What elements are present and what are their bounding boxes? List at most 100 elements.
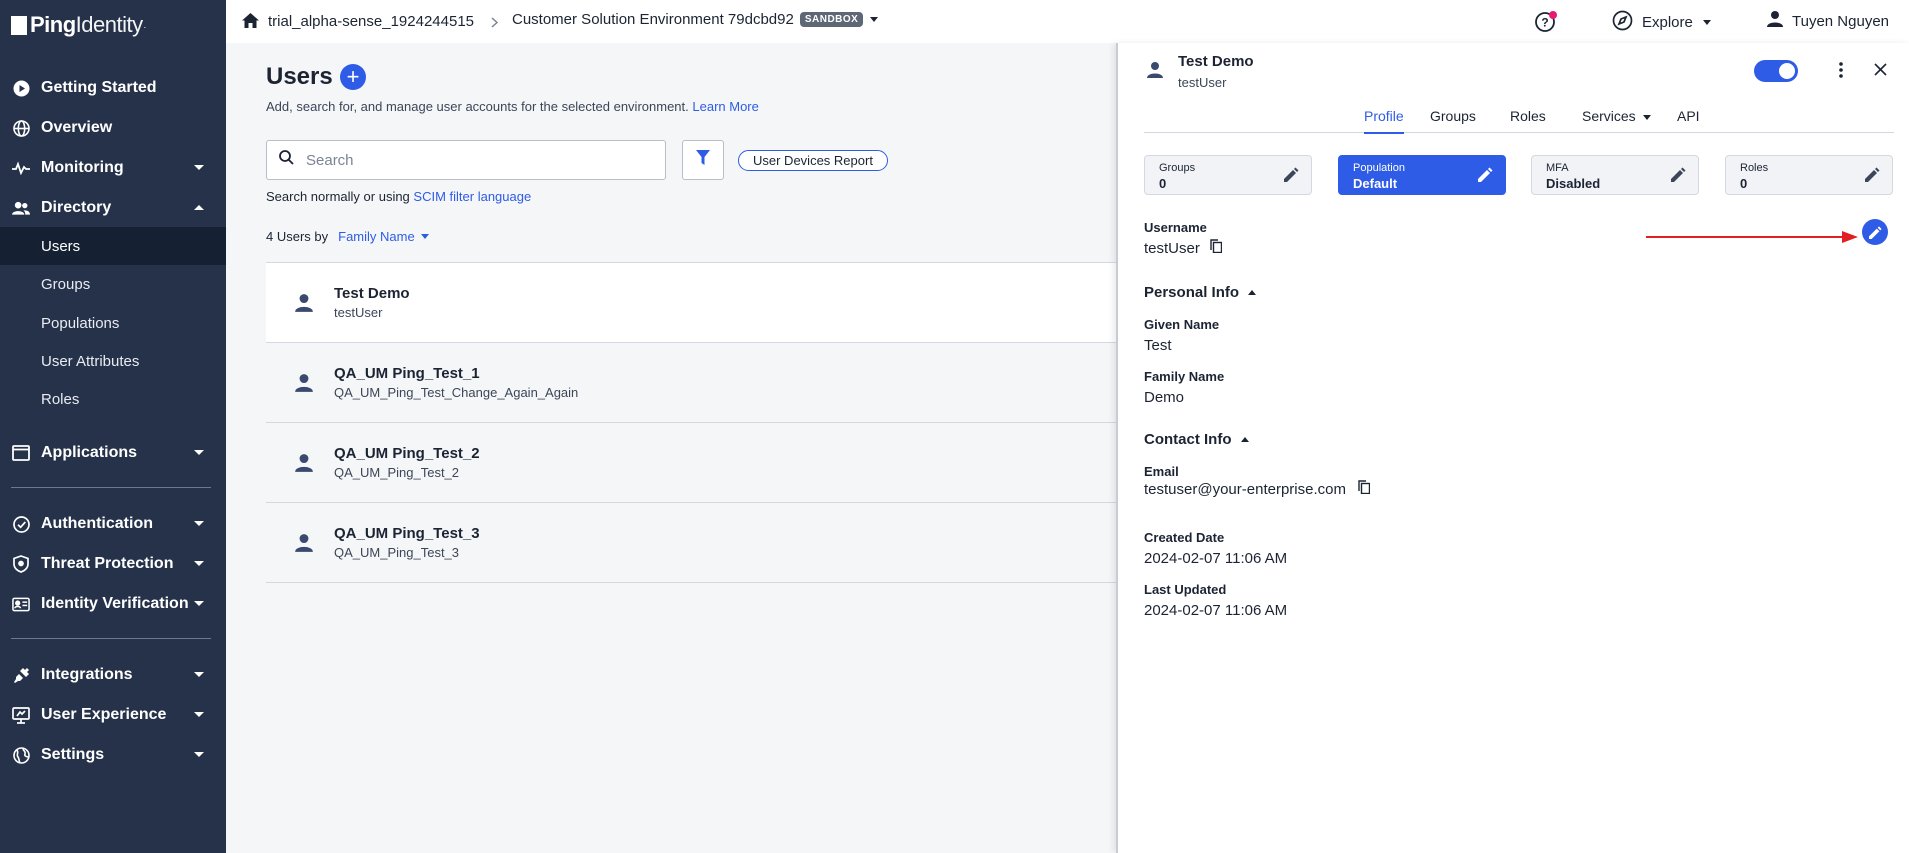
- close-icon[interactable]: [1874, 63, 1887, 81]
- user-login: QA_UM_Ping_Test_Change_Again_Again: [334, 385, 579, 400]
- nav-divider: [11, 487, 211, 488]
- pencil-icon: [1478, 167, 1493, 182]
- chevron-down-icon: [194, 672, 204, 677]
- explore-label: Explore: [1642, 14, 1693, 31]
- groups-card[interactable]: Groups 0: [1144, 155, 1312, 195]
- created-date-value: 2024-02-07 11:06 AM: [1144, 550, 1288, 567]
- card-value: 0: [1159, 176, 1167, 191]
- username-value: testUser: [1144, 239, 1223, 257]
- hint-text: Search normally or using: [266, 189, 410, 204]
- globe-settings-icon: [12, 746, 30, 764]
- nav-identity-verification[interactable]: Identity Verification: [0, 585, 226, 623]
- shield-icon: [12, 555, 30, 573]
- user-login: QA_UM_Ping_Test_2: [334, 465, 460, 480]
- add-user-button[interactable]: +: [340, 64, 366, 90]
- explore-menu[interactable]: Explore: [1612, 10, 1711, 35]
- nav-monitoring[interactable]: Monitoring: [0, 149, 226, 187]
- nav-integrations[interactable]: Integrations: [0, 656, 226, 694]
- ping-identity-logo[interactable]: Ping Identity.: [0, 0, 226, 50]
- population-card[interactable]: Population Default: [1338, 155, 1506, 195]
- window-icon: [12, 444, 30, 462]
- tab-api[interactable]: API: [1677, 108, 1700, 132]
- nav-threat-protection[interactable]: Threat Protection: [0, 545, 226, 583]
- nav-label: Applications: [41, 444, 138, 461]
- tab-services-label: Services: [1582, 108, 1636, 124]
- nav-overview[interactable]: Overview: [0, 109, 226, 147]
- username-label: Username: [1144, 220, 1207, 235]
- email-text: testuser@your-enterprise.com: [1144, 480, 1346, 498]
- pencil-icon: [1865, 167, 1880, 182]
- page-subtitle: Add, search for, and manage user account…: [266, 99, 759, 114]
- filter-button[interactable]: [682, 140, 724, 180]
- copy-icon[interactable]: [1358, 480, 1371, 498]
- chevron-up-icon: [1248, 290, 1257, 295]
- more-options-icon[interactable]: [1838, 61, 1844, 84]
- sidebar: Ping Identity. Getting Started Overview M…: [0, 0, 226, 853]
- mfa-card[interactable]: MFA Disabled: [1531, 155, 1699, 195]
- user-icon: [1766, 10, 1784, 32]
- sidebar-item-user-attributes[interactable]: User Attributes: [0, 342, 226, 380]
- chevron-down-icon: [1702, 20, 1711, 25]
- home-icon[interactable]: [242, 13, 259, 33]
- sidebar-item-users[interactable]: Users: [0, 227, 226, 265]
- learn-more-link[interactable]: Learn More: [692, 99, 758, 114]
- chevron-up-icon: [1240, 437, 1249, 442]
- logo-text-bold: Ping: [30, 12, 76, 37]
- roles-card[interactable]: Roles 0: [1725, 155, 1893, 195]
- nav-label: Threat Protection: [41, 555, 174, 572]
- nav-label: Settings: [41, 746, 105, 763]
- user-name: Test Demo: [334, 285, 410, 302]
- user-row[interactable]: QA_UM Ping_Test_2 QA_UM_Ping_Test_2: [266, 423, 1116, 503]
- tab-services[interactable]: Services: [1582, 108, 1651, 132]
- help-icon[interactable]: ?: [1534, 10, 1560, 39]
- nav-applications[interactable]: Applications: [0, 434, 226, 472]
- nav-label: Overview: [41, 119, 113, 136]
- user-devices-report-button[interactable]: User Devices Report: [738, 150, 888, 171]
- personal-info-toggle[interactable]: Personal Info: [1144, 284, 1257, 301]
- nav-authentication[interactable]: Authentication: [0, 505, 226, 543]
- breadcrumb-environment[interactable]: Customer Solution Environment 79dcbd92 S…: [512, 11, 879, 28]
- chevron-down-icon: [194, 752, 204, 757]
- tab-groups[interactable]: Groups: [1430, 108, 1476, 132]
- sort-field: Family Name: [338, 229, 415, 244]
- copy-icon[interactable]: [1210, 239, 1223, 257]
- chevron-down-icon: [420, 234, 429, 239]
- sidebar-item-groups[interactable]: Groups: [0, 265, 226, 303]
- pencil-icon: [1868, 225, 1882, 239]
- edit-profile-button[interactable]: [1862, 219, 1888, 245]
- search-box: [266, 140, 666, 180]
- user-row[interactable]: QA_UM Ping_Test_1 QA_UM_Ping_Test_Change_…: [266, 343, 1116, 423]
- user-name: QA_UM Ping_Test_1: [334, 365, 480, 382]
- tab-profile[interactable]: Profile: [1364, 108, 1404, 134]
- nav-label: Directory: [41, 199, 112, 216]
- sort-dropdown[interactable]: Family Name: [338, 229, 429, 244]
- user-enabled-toggle[interactable]: [1754, 60, 1798, 82]
- compass-icon: [1612, 10, 1633, 35]
- nav-settings[interactable]: Settings: [0, 736, 226, 774]
- environment-name: Customer Solution Environment 79dcbd92: [512, 11, 794, 28]
- user-icon: [1146, 61, 1164, 84]
- card-label: Groups: [1159, 162, 1196, 174]
- card-value: Disabled: [1546, 176, 1601, 191]
- tab-roles[interactable]: Roles: [1510, 108, 1546, 132]
- breadcrumb-org[interactable]: trial_alpha-sense_1924244515: [268, 13, 474, 30]
- contact-info-toggle[interactable]: Contact Info: [1144, 431, 1249, 448]
- pencil-icon: [1671, 167, 1686, 182]
- user-count: 4 Users by Family Name: [266, 229, 429, 244]
- panel-user-login: testUser: [1178, 75, 1227, 90]
- sidebar-item-roles[interactable]: Roles: [0, 380, 226, 418]
- nav-label: User Experience: [41, 706, 167, 723]
- panel-tabs: Profile Groups Roles Services API: [1144, 103, 1894, 134]
- section-title: Personal Info: [1144, 284, 1240, 301]
- nav-user-experience[interactable]: User Experience: [0, 696, 226, 734]
- sidebar-item-populations[interactable]: Populations: [0, 304, 226, 342]
- user-row[interactable]: Test Demo testUser: [266, 263, 1116, 343]
- user-row[interactable]: QA_UM Ping_Test_3 QA_UM_Ping_Test_3: [266, 503, 1116, 583]
- logo-text-light: Identity: [75, 12, 143, 37]
- chevron-down-icon: [194, 561, 204, 566]
- scim-filter-link[interactable]: SCIM filter language: [413, 189, 531, 204]
- user-menu[interactable]: Tuyen Nguyen: [1766, 10, 1889, 32]
- nav-directory[interactable]: Directory: [0, 189, 226, 227]
- search-input[interactable]: [306, 151, 646, 169]
- nav-getting-started[interactable]: Getting Started: [0, 69, 226, 107]
